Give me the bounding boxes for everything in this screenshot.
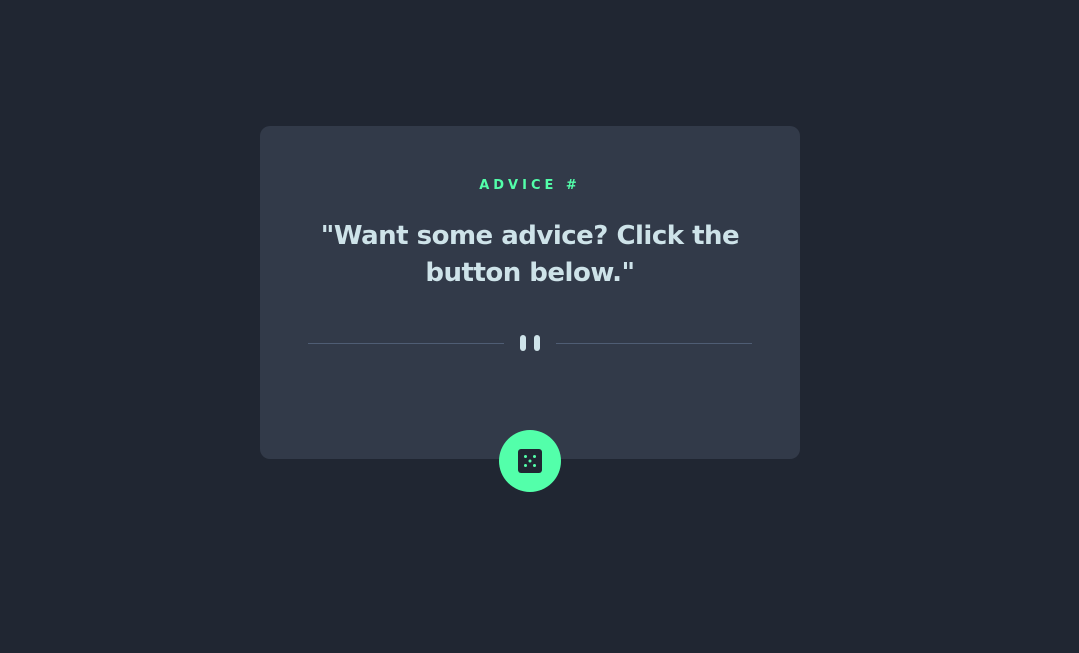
divider-line-left <box>308 343 504 344</box>
pause-icon <box>520 335 540 351</box>
new-advice-button[interactable] <box>499 430 561 492</box>
advice-card: ADVICE # "Want some advice? Click the bu… <box>260 126 800 459</box>
advice-id-label: ADVICE # <box>479 178 581 193</box>
pattern-divider <box>308 332 752 354</box>
dice-icon <box>518 449 542 473</box>
divider-line-right <box>556 343 752 344</box>
advice-quote: "Want some advice? Click the button belo… <box>320 221 740 288</box>
